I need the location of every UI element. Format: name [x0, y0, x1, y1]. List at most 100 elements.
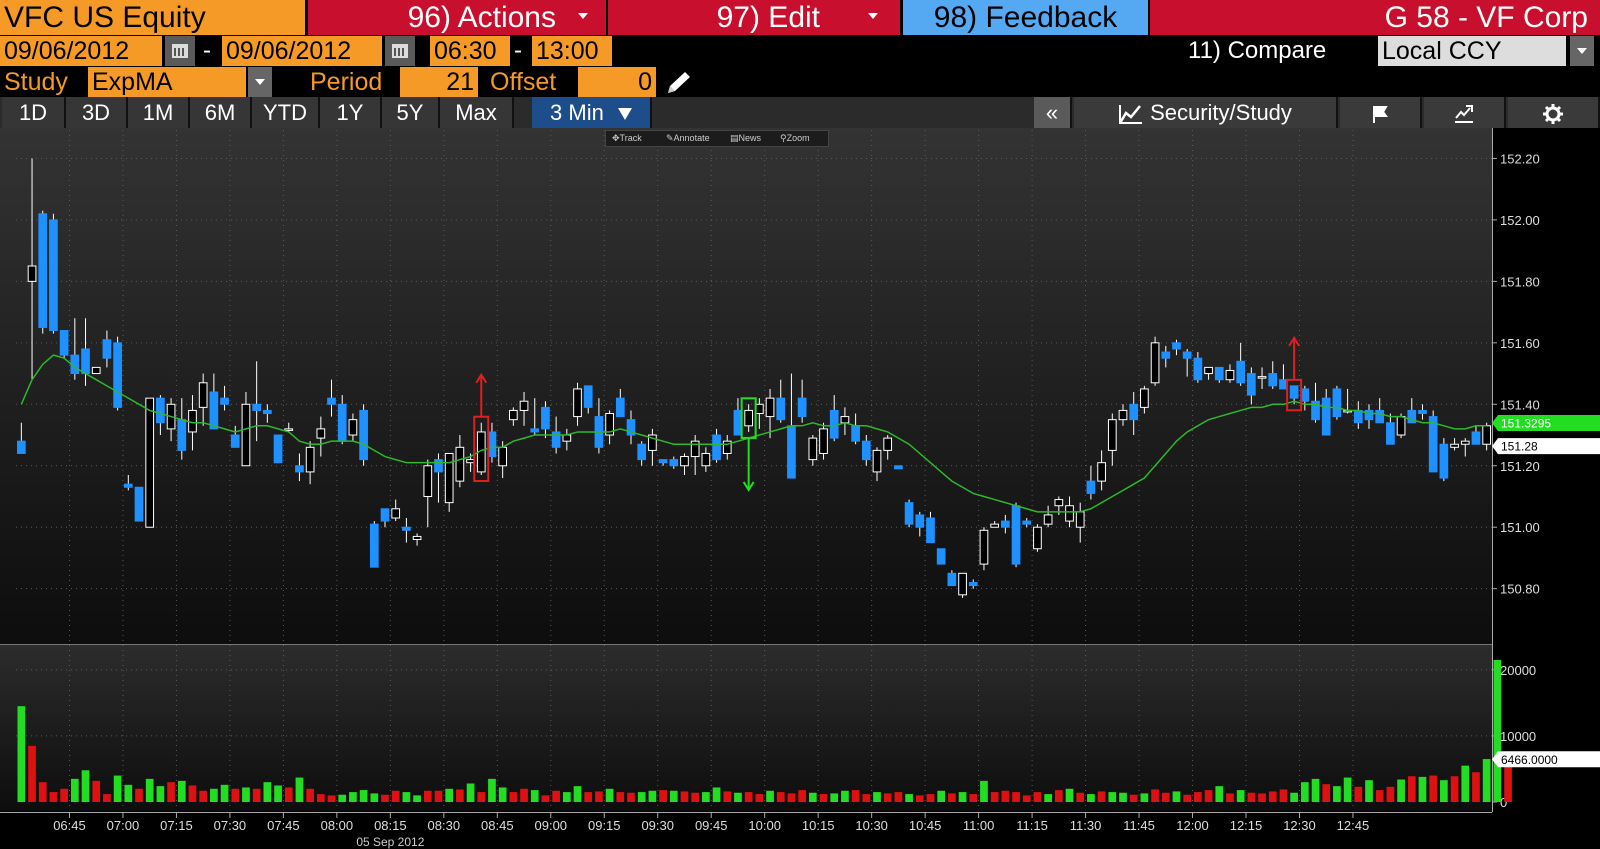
volume-bar-down	[1204, 790, 1213, 802]
volume-bar-up	[1215, 786, 1224, 802]
edit-menu[interactable]: 97) Edit	[608, 0, 900, 35]
candle-down	[733, 409, 743, 436]
volume-bar-up	[958, 792, 967, 802]
time-tick-label: 07:45	[267, 818, 300, 833]
volume-bar-down	[659, 790, 667, 802]
candle-up	[1225, 369, 1235, 381]
annotate-button[interactable]	[1424, 97, 1506, 128]
candle-up	[498, 446, 508, 467]
end-time-field[interactable]: 13:00	[532, 36, 612, 66]
time-tick-label: 12:30	[1283, 818, 1316, 833]
candle-up	[1043, 514, 1053, 525]
time-tick-label: 07:00	[107, 818, 140, 833]
candle-up	[241, 403, 251, 467]
track-tool[interactable]: ✥ Track	[612, 131, 642, 146]
end-date-field[interactable]: 09/06/2012	[222, 36, 382, 66]
candle-down	[894, 465, 903, 470]
candle-down	[1364, 409, 1374, 421]
news-tool[interactable]: ▤ News	[730, 131, 761, 146]
time-tick-label: 06:45	[53, 818, 86, 833]
offset-field[interactable]: 0	[578, 67, 656, 97]
candle-up	[1140, 388, 1149, 408]
price-tick-label: 151.20	[1500, 459, 1540, 474]
time-tick-label: 09:15	[588, 818, 621, 833]
period-tab-3d[interactable]: 3D	[66, 97, 128, 128]
study-select[interactable]: ExpMA	[88, 67, 246, 97]
volume-bar-down	[723, 791, 732, 802]
zoom-label: Zoom	[786, 133, 810, 143]
period-tab-1d[interactable]: 1D	[2, 97, 66, 128]
volume-bar-up	[242, 787, 250, 802]
price-volume-chart[interactable]: 152.20 152.00 151.80 151.60 151.40 151.20 151.…	[0, 128, 1600, 849]
volume-bar-down	[327, 795, 336, 802]
volume-bar-down	[1161, 792, 1170, 802]
period-tab-5y[interactable]: 5Y	[382, 97, 440, 128]
volume-bar-down	[1129, 794, 1138, 802]
time-tick-label: 10:15	[802, 818, 835, 833]
interval-select[interactable]: 3 Min	[532, 97, 652, 128]
price-tick-label: 151.40	[1500, 397, 1540, 412]
study-dropdown-icon[interactable]	[248, 67, 272, 97]
zoom-tool[interactable]: ⚲ Zoom	[780, 131, 810, 146]
candle-down	[177, 419, 187, 451]
period-tab-1y[interactable]: 1Y	[320, 97, 382, 128]
volume-bar-up	[1300, 782, 1309, 802]
volume-bar-up	[220, 784, 229, 802]
candle-down	[59, 330, 69, 356]
volume-bar-down	[188, 785, 197, 802]
feedback-button[interactable]: 98) Feedback	[903, 0, 1148, 35]
volume-bar-down	[167, 782, 175, 802]
candle-up	[1482, 425, 1492, 445]
candle-down	[947, 572, 957, 587]
settings-button[interactable]	[1508, 97, 1600, 128]
volume-bar-down	[776, 792, 785, 802]
candle-down	[1193, 357, 1203, 381]
start-date-field[interactable]: 09/06/2012	[0, 36, 162, 66]
volume-bar-up	[488, 778, 496, 802]
annotate-tool[interactable]: ✎ Annotate	[666, 131, 710, 146]
collapse-button[interactable]: «	[1034, 97, 1072, 128]
chart-line-icon	[1119, 105, 1143, 125]
calendar-icon[interactable]	[385, 36, 415, 66]
start-time-field[interactable]: 06:30	[430, 36, 510, 66]
volume-bar-down	[1054, 790, 1063, 802]
volume-bar-up	[1236, 790, 1245, 802]
candle-up	[1065, 505, 1074, 522]
candle-down	[1321, 397, 1331, 436]
security-study-button[interactable]: Security/Study	[1074, 97, 1338, 128]
volume-bar-up	[1440, 780, 1448, 802]
candle-down	[1439, 443, 1449, 479]
actions-menu[interactable]: 96) Actions	[308, 0, 606, 35]
candle-down	[1011, 505, 1021, 565]
volume-bar-down	[627, 792, 635, 802]
candle-up	[883, 437, 893, 451]
candle-down	[1418, 409, 1427, 415]
calendar-icon[interactable]	[165, 36, 195, 66]
candle-down	[1300, 388, 1310, 402]
volume-bar-down	[616, 792, 625, 802]
candle-down	[1289, 385, 1299, 399]
volume-bar-down	[584, 792, 593, 802]
volume-bar-down	[49, 792, 58, 802]
currency-dropdown-icon[interactable]	[1570, 36, 1594, 66]
volume-bar-down	[434, 790, 443, 802]
security-field[interactable]: VFC US Equity	[0, 0, 305, 35]
volume-bar-down	[744, 792, 753, 802]
candle-up	[145, 397, 155, 528]
volume-bar-down	[231, 788, 240, 802]
period-tab-6m[interactable]: 6M	[190, 97, 252, 128]
flag-button[interactable]	[1340, 97, 1422, 128]
pencil-icon[interactable]	[664, 69, 694, 97]
volume-bar-down	[1429, 775, 1438, 802]
candle-down	[637, 443, 647, 461]
period-tab-ytd[interactable]: YTD	[252, 97, 320, 128]
currency-select[interactable]: Local CCY	[1378, 36, 1566, 66]
period-tab-max[interactable]: Max	[440, 97, 514, 128]
period-field[interactable]: 21	[400, 67, 478, 97]
volume-bar-up	[637, 792, 646, 802]
volume-bar-down	[1033, 792, 1042, 802]
period-tab-1m[interactable]: 1M	[128, 97, 190, 128]
time-tick-label: 11:00	[963, 818, 995, 833]
candle-up	[765, 397, 775, 418]
compare-button[interactable]: 11) Compare	[1188, 36, 1326, 66]
